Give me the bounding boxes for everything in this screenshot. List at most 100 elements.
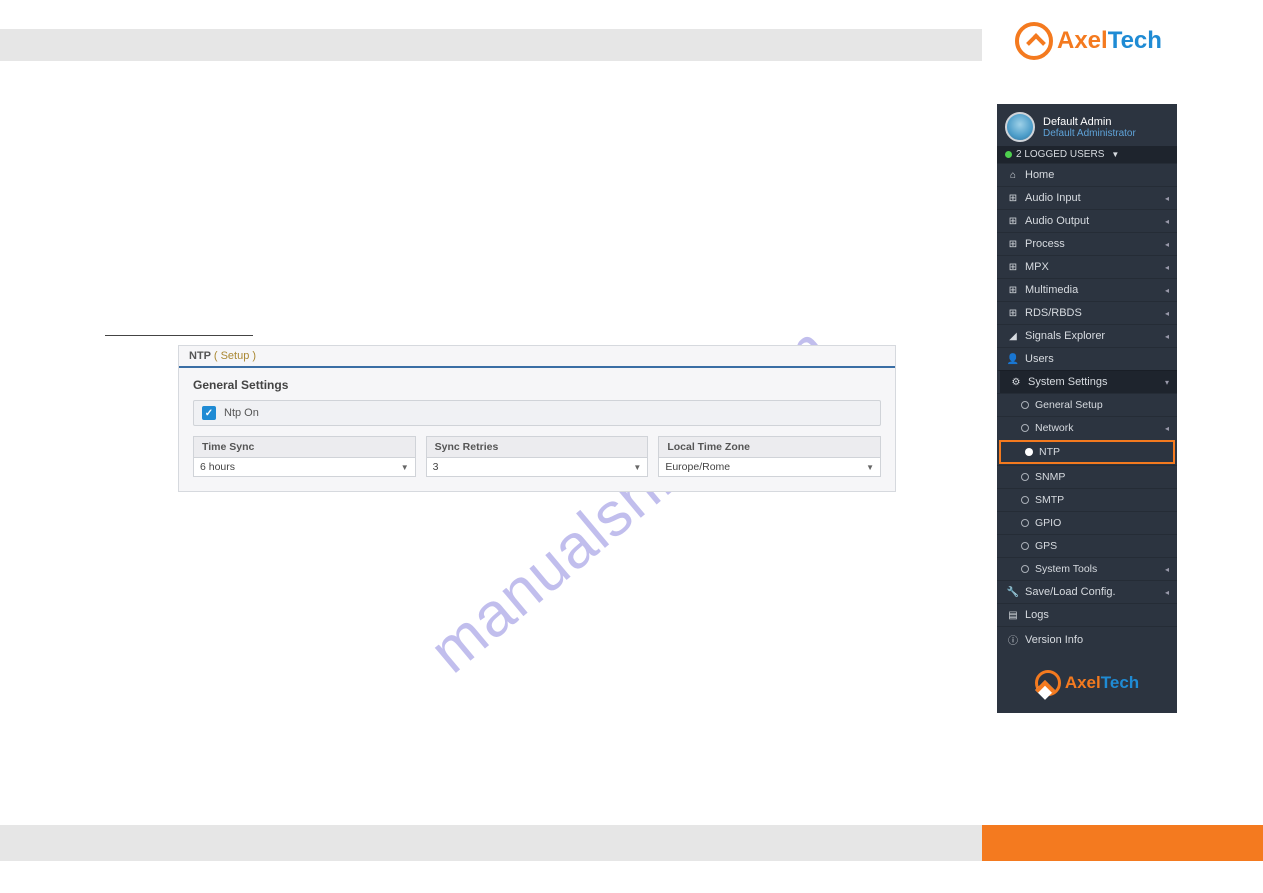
circle-icon bbox=[1021, 565, 1029, 573]
caret-down-icon: ▼ bbox=[1111, 150, 1119, 159]
sidebar-label: Signals Explorer bbox=[1025, 330, 1105, 342]
sidebar-role: Default Administrator bbox=[1043, 128, 1136, 139]
sidebar-sub-label: NTP bbox=[1039, 446, 1060, 458]
chevron-left-icon: ◂ bbox=[1165, 424, 1169, 433]
sidebar-sub-label: SNMP bbox=[1035, 471, 1065, 483]
dropdown-icon: ▼ bbox=[401, 463, 409, 472]
chevron-left-icon: ◂ bbox=[1165, 565, 1169, 574]
circle-icon bbox=[1021, 473, 1029, 481]
time-sync-select[interactable]: 6 hours ▼ bbox=[193, 458, 416, 477]
logo-axel: Axel bbox=[1057, 27, 1108, 54]
sidebar-sub-general-setup[interactable]: General Setup bbox=[997, 393, 1177, 416]
select-value: 6 hours bbox=[200, 461, 235, 473]
circle-icon bbox=[1021, 542, 1029, 550]
sidebar-label: RDS/RBDS bbox=[1025, 307, 1082, 319]
chevron-left-icon: ◂ bbox=[1165, 263, 1169, 272]
general-settings-heading: General Settings bbox=[193, 378, 881, 392]
brand-logo-top: AxelTech bbox=[1015, 22, 1162, 60]
sync-retries-select[interactable]: 3 ▼ bbox=[426, 458, 649, 477]
sidebar-item-multimedia[interactable]: ⊞ Multimedia ◂ bbox=[997, 278, 1177, 301]
timezone-select[interactable]: Europe/Rome ▼ bbox=[658, 458, 881, 477]
sidebar-sub-label: SMTP bbox=[1035, 494, 1064, 506]
ntp-subtitle: ( Setup ) bbox=[214, 350, 256, 362]
grid-icon: ⊞ bbox=[1007, 308, 1019, 319]
sidebar-item-audio-output[interactable]: ⊞ Audio Output ◂ bbox=[997, 209, 1177, 232]
checkbox-checked-icon[interactable]: ✓ bbox=[202, 406, 216, 420]
sidebar-username: Default Admin bbox=[1043, 116, 1136, 128]
grid-icon: ⊞ bbox=[1007, 285, 1019, 296]
sidebar-sub-system-tools[interactable]: System Tools ◂ bbox=[997, 557, 1177, 580]
logged-users-label: 2 LOGGED USERS bbox=[1016, 149, 1104, 160]
sidebar-sub-gps[interactable]: GPS bbox=[997, 534, 1177, 557]
sidebar-item-logs[interactable]: ▤ Logs bbox=[997, 603, 1177, 626]
info-icon: ⓘ bbox=[1007, 632, 1019, 647]
sidebar-sub-gpio[interactable]: GPIO bbox=[997, 511, 1177, 534]
online-dot-icon bbox=[1005, 151, 1012, 158]
sidebar-label: Process bbox=[1025, 238, 1065, 250]
time-sync-field: Time Sync 6 hours ▼ bbox=[193, 436, 416, 477]
ntp-settings-screenshot: NTP ( Setup ) General Settings ✓ Ntp On … bbox=[178, 345, 896, 492]
timezone-field: Local Time Zone Europe/Rome ▼ bbox=[658, 436, 881, 477]
sidebar-sub-label: GPS bbox=[1035, 540, 1057, 552]
sidebar-sub-network[interactable]: Network ◂ bbox=[997, 416, 1177, 439]
logo-tech: Tech bbox=[1108, 27, 1162, 54]
logo-tech: Tech bbox=[1101, 673, 1139, 692]
chevron-left-icon: ◂ bbox=[1165, 194, 1169, 203]
sidebar-item-home[interactable]: ⌂ Home bbox=[997, 163, 1177, 186]
user-icon: 👤 bbox=[1007, 354, 1019, 365]
chevron-down-icon: ▾ bbox=[1165, 378, 1169, 387]
sidebar-sub-label: GPIO bbox=[1035, 517, 1061, 529]
sidebar-item-users[interactable]: 👤 Users bbox=[997, 347, 1177, 370]
grid-icon: ⊞ bbox=[1007, 239, 1019, 250]
sidebar-sub-label: System Tools bbox=[1035, 563, 1097, 575]
chevron-left-icon: ◂ bbox=[1165, 240, 1169, 249]
select-value: 3 bbox=[433, 461, 439, 473]
sidebar-item-audio-input[interactable]: ⊞ Audio Input ◂ bbox=[997, 186, 1177, 209]
grid-icon: ⊞ bbox=[1007, 262, 1019, 273]
field-label: Time Sync bbox=[193, 436, 416, 458]
footer-grey-strip bbox=[0, 825, 982, 861]
wrench-icon: 🔧 bbox=[1007, 587, 1019, 598]
sidebar-sub-label: Network bbox=[1035, 422, 1074, 434]
sidebar-label: MPX bbox=[1025, 261, 1049, 273]
chevron-left-icon: ◂ bbox=[1165, 332, 1169, 341]
circle-icon bbox=[1021, 424, 1029, 432]
ntp-title: NTP bbox=[189, 350, 211, 362]
sidebar-sub-ntp[interactable]: NTP bbox=[999, 440, 1175, 464]
top-grey-strip bbox=[0, 29, 982, 61]
field-label: Sync Retries bbox=[426, 436, 649, 458]
section-divider bbox=[105, 335, 253, 336]
sidebar-label: Save/Load Config. bbox=[1025, 586, 1116, 598]
footer-orange-strip bbox=[982, 825, 1263, 861]
sidebar-item-rds[interactable]: ⊞ RDS/RBDS ◂ bbox=[997, 301, 1177, 324]
sidebar-item-version[interactable]: ⓘ Version Info bbox=[997, 626, 1177, 652]
sidebar-sub-snmp[interactable]: SNMP bbox=[997, 465, 1177, 488]
sidebar-label: Users bbox=[1025, 353, 1054, 365]
sidebar-item-save-load[interactable]: 🔧 Save/Load Config. ◂ bbox=[997, 580, 1177, 603]
sidebar-label: Audio Output bbox=[1025, 215, 1089, 227]
sidebar-label: Home bbox=[1025, 169, 1054, 181]
grid-icon: ⊞ bbox=[1007, 216, 1019, 227]
home-icon: ⌂ bbox=[1007, 170, 1019, 181]
sidebar-item-signals[interactable]: ◢ Signals Explorer ◂ bbox=[997, 324, 1177, 347]
chevron-left-icon: ◂ bbox=[1165, 309, 1169, 318]
sidebar-item-system-settings[interactable]: ⚙ System Settings ▾ bbox=[997, 370, 1177, 393]
gear-icon: ⚙ bbox=[1010, 377, 1022, 388]
sync-retries-field: Sync Retries 3 ▼ bbox=[426, 436, 649, 477]
select-value: Europe/Rome bbox=[665, 461, 730, 473]
sidebar-label: Multimedia bbox=[1025, 284, 1078, 296]
ntp-on-row[interactable]: ✓ Ntp On bbox=[193, 400, 881, 426]
logo-swirl-icon bbox=[1015, 22, 1053, 60]
sidebar-item-process[interactable]: ⊞ Process ◂ bbox=[997, 232, 1177, 255]
sidebar-sub-smtp[interactable]: SMTP bbox=[997, 488, 1177, 511]
circle-icon bbox=[1021, 401, 1029, 409]
logged-users-bar[interactable]: 2 LOGGED USERS ▼ bbox=[997, 146, 1177, 163]
avatar-icon bbox=[1005, 112, 1035, 142]
sidebar-screenshot: Default Admin Default Administrator 2 LO… bbox=[997, 104, 1177, 713]
sidebar-label: Logs bbox=[1025, 609, 1049, 621]
ntp-on-label: Ntp On bbox=[224, 407, 259, 419]
sidebar-item-mpx[interactable]: ⊞ MPX ◂ bbox=[997, 255, 1177, 278]
sidebar-label: Audio Input bbox=[1025, 192, 1081, 204]
sidebar-sub-label: General Setup bbox=[1035, 399, 1103, 411]
signal-icon: ◢ bbox=[1007, 331, 1019, 342]
